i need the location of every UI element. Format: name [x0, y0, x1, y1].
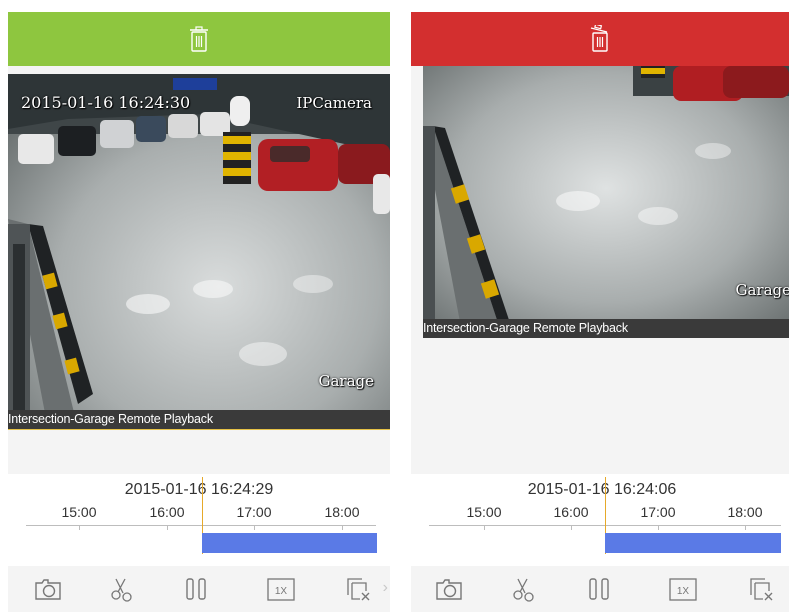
- timeline-tick-label: 17:00: [236, 504, 272, 520]
- osd-channel-name: IPCamera: [296, 94, 372, 112]
- timeline-tick: [342, 525, 343, 530]
- speed-label: 1X: [677, 586, 690, 597]
- timeline-tick: [167, 525, 168, 530]
- clip-button[interactable]: [107, 573, 139, 605]
- playback-toolbar: 1X: [411, 566, 789, 612]
- stop-all-icon: [750, 578, 773, 601]
- speed-icon: 1X: [267, 578, 295, 601]
- stop-all-button[interactable]: [745, 573, 777, 605]
- stop-all-button[interactable]: [342, 573, 374, 605]
- timeline[interactable]: 2015-01-16 16:24:06 15:00 16:00 17:00 18…: [411, 474, 789, 566]
- timeline-tick: [484, 525, 485, 530]
- playback-panel-left: 2015-01-16 16:24:30 IPCamera Garage Inte…: [8, 12, 390, 612]
- speed-icon: 1X: [669, 578, 697, 601]
- osd-location: Garage: [318, 372, 374, 390]
- timeline-tick-label: 18:00: [324, 504, 360, 520]
- video-caption: Intersection-Garage Remote Playback: [423, 319, 789, 338]
- video-caption: Intersection-Garage Remote Playback: [8, 410, 390, 429]
- video-view[interactable]: Garage Intersection-Garage Remote Playba…: [423, 66, 789, 338]
- stop-all-icon: [347, 578, 370, 601]
- speed-button[interactable]: 1X: [265, 573, 297, 605]
- timeline-timestamp: 2015-01-16 16:24:06: [527, 481, 677, 498]
- snapshot-button[interactable]: [433, 573, 465, 605]
- playback-toolbar: 1X ›: [8, 566, 390, 612]
- pause-button[interactable]: [583, 573, 615, 605]
- pause-icon: [589, 578, 609, 600]
- timeline-tick: [79, 525, 80, 530]
- timeline-tick-label: 18:00: [727, 504, 763, 520]
- timeline-tick-label: 15:00: [466, 504, 502, 520]
- scissors-icon: [513, 578, 534, 602]
- delete-drop-zone[interactable]: [411, 12, 789, 66]
- camera-icon: [436, 579, 462, 600]
- clip-button[interactable]: [509, 573, 541, 605]
- osd-location: Garage: [735, 281, 789, 299]
- timeline-tick-label: 17:00: [640, 504, 676, 520]
- timeline-tick-label: 16:00: [553, 504, 589, 520]
- pause-icon: [186, 578, 206, 600]
- recording-segment[interactable]: [202, 533, 377, 553]
- osd-datetime: 2015-01-16 16:24:30: [21, 93, 191, 112]
- timeline-tick: [571, 525, 572, 530]
- trash-icon[interactable]: [189, 25, 209, 53]
- speed-label: 1X: [275, 586, 288, 597]
- playback-panel-right: Garage Intersection-Garage Remote Playba…: [411, 12, 789, 612]
- video-view[interactable]: 2015-01-16 16:24:30 IPCamera Garage Inte…: [8, 74, 390, 430]
- speed-button[interactable]: 1X: [667, 573, 699, 605]
- trash-open-icon[interactable]: [590, 25, 610, 53]
- recording-segment[interactable]: [605, 533, 781, 553]
- timeline-tick-label: 16:00: [149, 504, 185, 520]
- chevron-right-icon[interactable]: ›: [383, 579, 388, 597]
- timeline[interactable]: 2015-01-16 16:24:29 15:00 16:00 17:00 18…: [8, 474, 390, 566]
- timeline-timestamp: 2015-01-16 16:24:29: [124, 481, 274, 498]
- timeline-tick: [254, 525, 255, 530]
- scissors-icon: [111, 578, 132, 602]
- pause-button[interactable]: [180, 573, 212, 605]
- camera-icon: [35, 579, 61, 600]
- timeline-tick: [745, 525, 746, 530]
- timeline-tick: [658, 525, 659, 530]
- timeline-tick-label: 15:00: [61, 504, 97, 520]
- snapshot-button[interactable]: [32, 573, 64, 605]
- delete-drop-zone[interactable]: [8, 12, 390, 66]
